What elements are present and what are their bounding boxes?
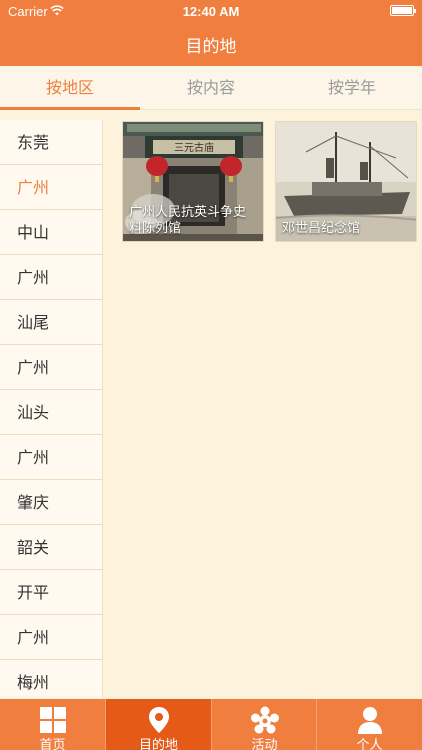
tabbar-label: 活动 [251, 738, 278, 750]
list-item[interactable]: 韶关 [0, 525, 102, 570]
tab-by-content[interactable]: 按内容 [141, 66, 281, 110]
top-bar: Carrier 12:40 AM 目的地 [0, 0, 422, 66]
list-item[interactable]: 广州 [0, 345, 102, 390]
tabbar-label: 个人 [356, 738, 383, 750]
list-item[interactable]: 梅州 [0, 660, 102, 698]
battery-icon [390, 5, 416, 16]
list-item[interactable]: 开平 [0, 570, 102, 615]
card-caption: 邓世昌纪念馆 [282, 221, 361, 236]
tabbar-home[interactable]: 首页 [0, 699, 105, 750]
home-grid-icon [39, 707, 66, 733]
list-item[interactable]: 肇庆 [0, 480, 102, 525]
tabbar-label: 首页 [39, 738, 66, 750]
active-tab-indicator [0, 107, 140, 110]
tab-by-grade[interactable]: 按学年 [282, 66, 422, 110]
tab-by-region[interactable]: 按地区 [0, 66, 140, 110]
status-bar: Carrier 12:40 AM [0, 0, 422, 22]
card-caption: 广州人民抗英斗争史料陈列馆 [129, 205, 247, 236]
tabbar-profile[interactable]: 个人 [317, 699, 422, 750]
list-item[interactable]: 汕尾 [0, 300, 102, 345]
list-item[interactable]: 广州 [0, 435, 102, 480]
list-item[interactable]: 广州 [0, 255, 102, 300]
svg-text:三元古庙: 三元古庙 [174, 141, 214, 154]
tabbar-activity[interactable]: 活动 [212, 699, 317, 750]
region-list[interactable]: 东莞 广州 中山 广州 汕尾 广州 汕头 广州 肇庆 韶关 开平 广州 梅州 [0, 120, 103, 698]
destination-card[interactable]: 邓世昌纪念馆 [275, 121, 417, 242]
tabbar-divider [105, 699, 106, 750]
star-icon [250, 706, 279, 734]
filter-tabs: 按地区 按内容 按学年 [0, 66, 422, 110]
list-item[interactable]: 广州 [0, 615, 102, 660]
destination-card[interactable]: 三元古庙 广州人民抗英斗争史料陈列馆 [122, 121, 264, 242]
list-item[interactable]: 广州 [0, 165, 102, 210]
tabbar-label: 目的地 [138, 738, 178, 750]
tabbar-divider [211, 699, 212, 750]
page-title: 目的地 [185, 37, 237, 57]
tabbar-divider [316, 699, 317, 750]
list-item[interactable]: 东莞 [0, 120, 102, 165]
status-time: 12:40 AM [182, 4, 240, 19]
tabbar-destination[interactable]: 目的地 [106, 699, 211, 750]
list-item[interactable]: 中山 [0, 210, 102, 255]
list-item[interactable]: 汕头 [0, 390, 102, 435]
map-pin-icon [148, 707, 169, 733]
person-icon [357, 707, 382, 734]
